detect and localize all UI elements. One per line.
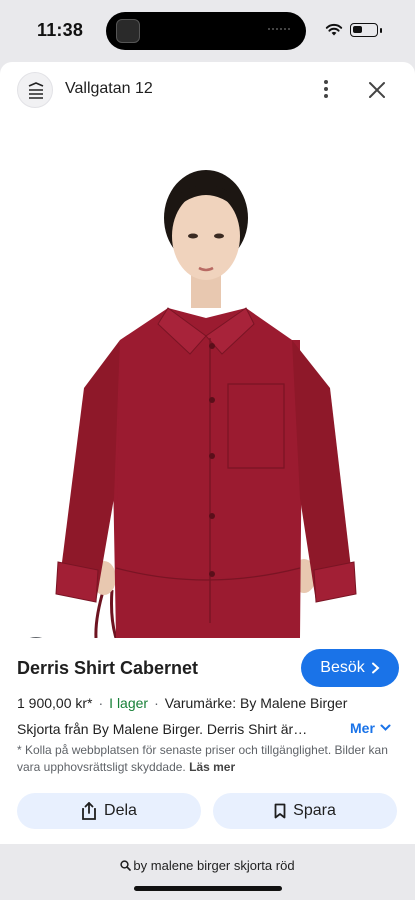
save-label: Spara (293, 802, 336, 819)
visit-button[interactable]: Besök (301, 649, 399, 687)
more-label: Mer (350, 720, 375, 736)
more-button[interactable]: Mer (350, 720, 391, 736)
site-logo-icon[interactable] (17, 72, 53, 108)
status-bar: 11:38 (0, 0, 415, 62)
stock-status: I lager (109, 695, 149, 711)
search-query[interactable]: by malene birger skjorta röd (0, 858, 415, 873)
save-button[interactable]: Spara (213, 793, 397, 829)
bottom-search-bar: by malene birger skjorta röd (0, 844, 415, 900)
price: 1 900,00 kr* (17, 695, 93, 711)
sheet-header: Vallgatan 12 (0, 62, 415, 118)
product-description: Skjorta från By Malene Birger. Derris Sh… (17, 721, 308, 737)
product-image[interactable] (0, 118, 415, 638)
battery-icon (350, 23, 378, 37)
share-label: Dela (104, 802, 137, 819)
visit-button-label: Besök (320, 659, 365, 676)
battery-cap (380, 28, 382, 33)
chevron-down-icon (380, 724, 391, 731)
search-query-text: by malene birger skjorta röd (133, 858, 295, 873)
more-options-icon[interactable] (316, 78, 336, 100)
chevron-right-icon (371, 662, 380, 674)
status-time: 11:38 (37, 20, 84, 40)
search-icon (120, 860, 132, 871)
result-sheet: Vallgatan 12 Derris Shirt Cabernet Besök… (0, 62, 415, 844)
close-icon[interactable] (366, 79, 388, 101)
product-photo-illustration (55, 170, 357, 638)
share-button[interactable]: Dela (17, 793, 201, 829)
wifi-icon (325, 23, 343, 36)
island-thumbnail (116, 19, 140, 43)
bookmark-icon (274, 803, 286, 819)
site-title[interactable]: Vallgatan 12 (65, 80, 153, 98)
home-indicator[interactable] (134, 886, 282, 891)
disclaimer: * Kolla på webbplatsen för senaste prise… (17, 742, 397, 776)
read-more-link[interactable]: Läs mer (189, 760, 235, 774)
product-title: Derris Shirt Cabernet (17, 658, 199, 678)
dynamic-island (106, 12, 306, 50)
product-meta: 1 900,00 kr* · I lager · Varumärke: By Malen… (17, 695, 348, 711)
island-indicator (268, 28, 290, 32)
share-icon (82, 802, 96, 820)
brand: Varumärke: By Malene Birger (164, 695, 348, 711)
